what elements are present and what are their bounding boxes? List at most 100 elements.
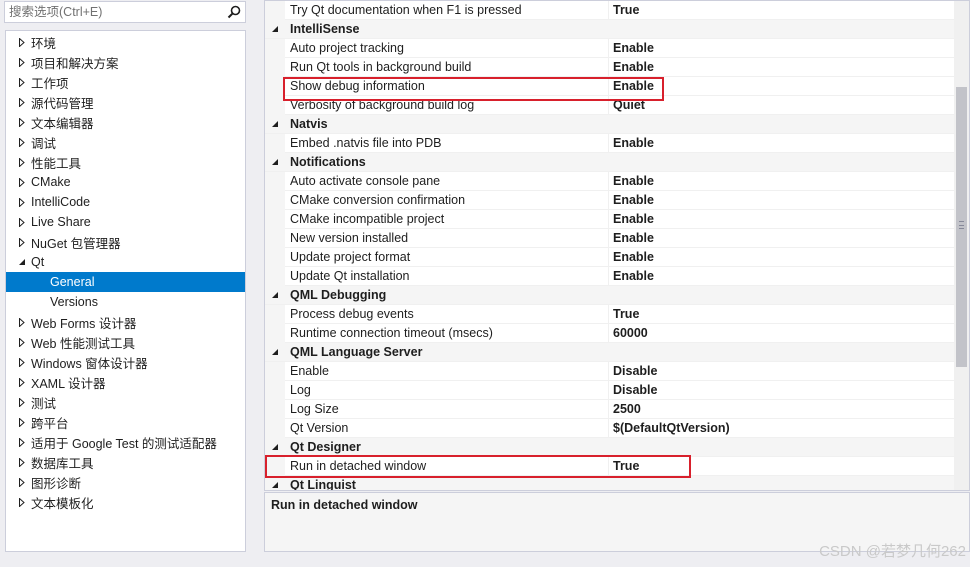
category-collapse-icon[interactable]	[265, 20, 285, 39]
property-auto-project-tracking[interactable]: Auto project tracking Enable	[265, 38, 955, 58]
expanded-triangle-icon[interactable]	[14, 252, 30, 272]
tree-item-性能工具[interactable]: 性能工具	[6, 152, 245, 172]
collapsed-triangle-icon[interactable]	[14, 392, 30, 412]
collapsed-triangle-icon[interactable]	[14, 212, 30, 232]
property-try-qt-documentation-when-f1-is-pressed[interactable]: Try Qt documentation when F1 is pressed T…	[265, 1, 955, 20]
tree-item-xaml-设计器[interactable]: XAML 设计器	[6, 372, 245, 392]
category-collapse-icon[interactable]	[265, 343, 285, 362]
collapsed-triangle-icon[interactable]	[14, 112, 30, 132]
tree-item-项目和解决方案[interactable]: 项目和解决方案	[6, 52, 245, 72]
scrollbar-thumb[interactable]	[956, 87, 967, 367]
category-notifications[interactable]: Notifications	[265, 153, 955, 172]
collapsed-triangle-icon[interactable]	[14, 92, 30, 112]
category-collapse-icon[interactable]	[265, 438, 285, 457]
tree-item-nuget-包管理器[interactable]: NuGet 包管理器	[6, 232, 245, 252]
tree-item-versions[interactable]: Versions	[6, 292, 245, 312]
collapsed-triangle-icon[interactable]	[14, 492, 30, 512]
tree-item-数据库工具[interactable]: 数据库工具	[6, 452, 245, 472]
tree-item-跨平台[interactable]: 跨平台	[6, 412, 245, 432]
category-qml-debugging[interactable]: QML Debugging	[265, 286, 955, 305]
property-enable[interactable]: Enable Disable	[265, 361, 955, 381]
property-value[interactable]: Disable	[608, 380, 955, 400]
property-process-debug-events[interactable]: Process debug events True	[265, 304, 955, 324]
category-qml-language-server[interactable]: QML Language Server	[265, 343, 955, 362]
tree-item-live-share[interactable]: Live Share	[6, 212, 245, 232]
tree-item-general[interactable]: General	[6, 272, 245, 292]
collapsed-triangle-icon[interactable]	[14, 52, 30, 72]
category-collapse-icon[interactable]	[265, 476, 285, 491]
property-value[interactable]: True	[608, 1, 955, 20]
property-qt-version[interactable]: Qt Version $(DefaultQtVersion)	[265, 418, 955, 438]
tree-item-工作项[interactable]: 工作项	[6, 72, 245, 92]
collapsed-triangle-icon[interactable]	[14, 232, 30, 252]
tree-item-qt[interactable]: Qt	[6, 252, 245, 272]
collapsed-triangle-icon[interactable]	[14, 432, 30, 452]
collapsed-triangle-icon[interactable]	[14, 412, 30, 432]
collapsed-triangle-icon[interactable]	[14, 352, 30, 372]
tree-item-调试[interactable]: 调试	[6, 132, 245, 152]
collapsed-triangle-icon[interactable]	[14, 72, 30, 92]
category-collapse-icon[interactable]	[265, 115, 285, 134]
vertical-scrollbar[interactable]	[954, 1, 969, 490]
category-qt-linguist[interactable]: Qt Linguist	[265, 476, 955, 491]
tree-item-源代码管理[interactable]: 源代码管理	[6, 92, 245, 112]
property-value[interactable]: Enable	[608, 76, 955, 96]
tree-item-文本编辑器[interactable]: 文本编辑器	[6, 112, 245, 132]
collapsed-triangle-icon[interactable]	[14, 332, 30, 352]
tree-item-文本模板化[interactable]: 文本模板化	[6, 492, 245, 512]
tree-item-cmake[interactable]: CMake	[6, 172, 245, 192]
category-qt-designer[interactable]: Qt Designer	[265, 438, 955, 457]
tree-item-环境[interactable]: 环境	[6, 32, 245, 52]
property-value[interactable]: True	[608, 456, 955, 476]
collapsed-triangle-icon[interactable]	[14, 132, 30, 152]
property-log[interactable]: Log Disable	[265, 380, 955, 400]
collapsed-triangle-icon[interactable]	[14, 192, 30, 212]
property-value[interactable]: Enable	[608, 247, 955, 267]
property-value[interactable]: $(DefaultQtVersion)	[608, 418, 955, 438]
property-value[interactable]: Enable	[608, 266, 955, 286]
collapsed-triangle-icon[interactable]	[14, 372, 30, 392]
property-new-version-installed[interactable]: New version installed Enable	[265, 228, 955, 248]
collapsed-triangle-icon[interactable]	[14, 472, 30, 492]
collapsed-triangle-icon[interactable]	[14, 312, 30, 332]
collapsed-triangle-icon[interactable]	[14, 152, 30, 172]
property-auto-activate-console-pane[interactable]: Auto activate console pane Enable	[265, 171, 955, 191]
property-value[interactable]: Enable	[608, 57, 955, 77]
property-value[interactable]: Enable	[608, 171, 955, 191]
category-collapse-icon[interactable]	[265, 286, 285, 305]
property-log-size[interactable]: Log Size 2500	[265, 399, 955, 419]
collapsed-triangle-icon[interactable]	[14, 452, 30, 472]
property-value[interactable]: 60000	[608, 323, 955, 343]
tree-item-windows-窗体设计器[interactable]: Windows 窗体设计器	[6, 352, 245, 372]
tree-item-测试[interactable]: 测试	[6, 392, 245, 412]
property-value[interactable]: Enable	[608, 190, 955, 210]
tree-item-适用于-google-test-的测试适配器[interactable]: 适用于 Google Test 的测试适配器	[6, 432, 245, 452]
category-collapse-icon[interactable]	[265, 153, 285, 172]
property-value[interactable]: Disable	[608, 361, 955, 381]
collapsed-triangle-icon[interactable]	[14, 32, 30, 52]
tree-item-图形诊断[interactable]: 图形诊断	[6, 472, 245, 492]
property-run-qt-tools-in-background-build[interactable]: Run Qt tools in background build Enable	[265, 57, 955, 77]
property-run-in-detached-window[interactable]: Run in detached window True	[265, 456, 955, 476]
search-input[interactable]	[5, 5, 223, 19]
property-value[interactable]: Enable	[608, 228, 955, 248]
property-value[interactable]: Enable	[608, 133, 955, 153]
property-update-qt-installation[interactable]: Update Qt installation Enable	[265, 266, 955, 286]
property-verbosity-of-background-build-log[interactable]: Verbosity of background build log Quiet	[265, 95, 955, 115]
tree-item-intellicode[interactable]: IntelliCode	[6, 192, 245, 212]
property-value[interactable]: Enable	[608, 209, 955, 229]
property-value[interactable]: Enable	[608, 38, 955, 58]
property-show-debug-information[interactable]: Show debug information Enable	[265, 76, 955, 96]
category-intellisense[interactable]: IntelliSense	[265, 20, 955, 39]
tree-item-web-forms-设计器[interactable]: Web Forms 设计器	[6, 312, 245, 332]
search-icon[interactable]	[223, 2, 245, 22]
property-cmake-incompatible-project[interactable]: CMake incompatible project Enable	[265, 209, 955, 229]
property-value[interactable]: Quiet	[608, 95, 955, 115]
category-natvis[interactable]: Natvis	[265, 115, 955, 134]
property-cmake-conversion-confirmation[interactable]: CMake conversion confirmation Enable	[265, 190, 955, 210]
tree-item-web-性能测试工具[interactable]: Web 性能测试工具	[6, 332, 245, 352]
property-value[interactable]: True	[608, 304, 955, 324]
property-update-project-format[interactable]: Update project format Enable	[265, 247, 955, 267]
property-value[interactable]: 2500	[608, 399, 955, 419]
property-runtime-connection-timeout-msecs[interactable]: Runtime connection timeout (msecs) 60000	[265, 323, 955, 343]
